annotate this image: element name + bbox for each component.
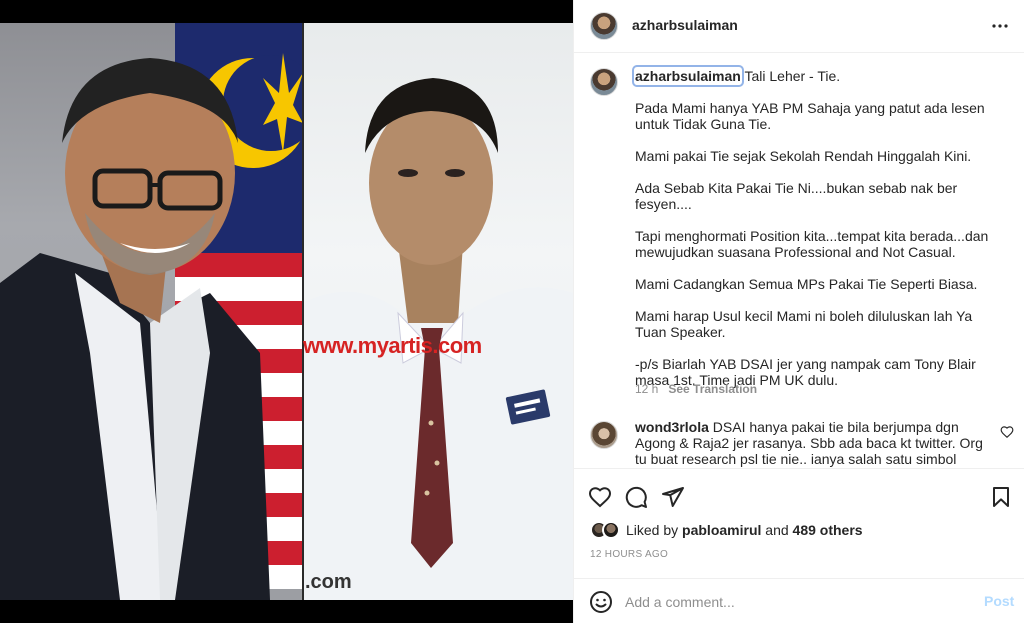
see-translation-button[interactable]: See Translation — [668, 382, 757, 396]
post-actions — [574, 468, 1024, 520]
comment-item: wond3rlola DSAI hanya pakai tie bila ber… — [635, 419, 995, 468]
more-options-icon[interactable] — [988, 14, 1012, 38]
caption-username[interactable]: azharbsulaiman — [632, 65, 744, 87]
caption-paragraph: Pada Mami hanya YAB PM Sahaja yang patut… — [635, 100, 985, 132]
author-username[interactable]: azharbsulaiman — [632, 17, 738, 33]
caption-meta: 12 h See Translation — [635, 382, 757, 396]
likes-count[interactable]: 489 others — [793, 522, 863, 538]
collage-divider — [302, 23, 304, 600]
comment-input[interactable] — [625, 592, 945, 612]
post-side-panel: azharbsulaiman azharbsulaiman Tali Leher… — [573, 0, 1024, 623]
man-with-glasses-illustration — [0, 58, 270, 600]
comment-like-icon[interactable] — [1000, 425, 1014, 439]
comments-section[interactable]: azharbsulaiman Tali Leher - Tie. Pada Ma… — [574, 54, 1024, 468]
commenter-avatar[interactable] — [590, 421, 618, 449]
watermark-bottom-text: .com — [305, 571, 352, 593]
save-bookmark-icon[interactable] — [989, 485, 1013, 509]
caption-title: Tali Leher - Tie. — [744, 68, 841, 84]
caption-paragraph: Ada Sebab Kita Pakai Tie Ni....bukan seb… — [635, 180, 958, 212]
commenter-username[interactable]: wond3rlola — [635, 419, 709, 435]
watermark-text: www.myartis.com — [303, 333, 482, 358]
post-caption: azharbsulaiman Tali Leher - Tie. Pada Ma… — [632, 65, 995, 404]
post-image[interactable]: www.myartis.com .com — [0, 23, 573, 600]
caption-paragraph: Mami Cadangkan Semua MPs Pakai Tie Seper… — [635, 276, 978, 292]
photo-right-portrait — [303, 23, 573, 600]
share-paper-plane-icon[interactable] — [661, 485, 685, 509]
like-heart-icon[interactable] — [588, 485, 612, 509]
caption-paragraph: Mami harap Usul kecil Mami ni boleh dilu… — [635, 308, 973, 340]
author-avatar[interactable] — [590, 12, 618, 40]
young-man-with-tie-illustration — [303, 78, 573, 600]
likes-text: Liked by pabloamirul and 489 others — [626, 522, 863, 538]
liker-avatar — [602, 521, 620, 539]
add-comment-bar: Post — [574, 578, 1024, 623]
post-header: azharbsulaiman — [574, 0, 1024, 53]
emoji-icon[interactable] — [589, 590, 613, 614]
post-comment-button[interactable]: Post — [984, 593, 1014, 609]
caption-avatar[interactable] — [590, 68, 618, 96]
likes-summary[interactable]: Liked by pabloamirul and 489 others — [590, 520, 863, 540]
comment-bubble-icon[interactable] — [624, 485, 648, 509]
caption-paragraph: Tapi menghormati Position kita...tempat … — [635, 228, 989, 260]
instagram-post-modal: www.myartis.com .com azharbsulaiman azha… — [0, 0, 1024, 623]
photo-left-portrait — [0, 23, 303, 600]
caption-age[interactable]: 12 h — [635, 382, 658, 396]
caption-paragraph: Mami pakai Tie sejak Sekolah Rendah Hing… — [635, 148, 972, 164]
liker-username[interactable]: pabloamirul — [682, 522, 761, 538]
post-timestamp[interactable]: 12 HOURS AGO — [590, 549, 668, 560]
